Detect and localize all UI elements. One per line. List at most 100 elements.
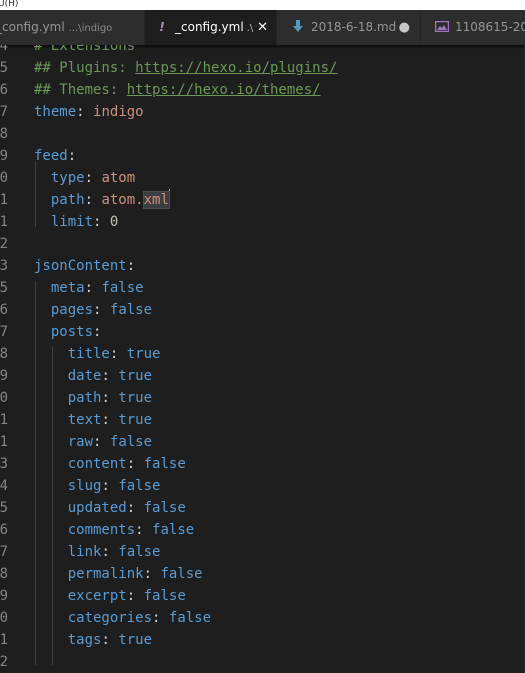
line-text: theme: indigo — [34, 104, 144, 120]
editor-tab-bar: _config.yml ...\indigo ! _config.yml .\ ✕ 2… — [0, 10, 525, 45]
line-text: slug: false — [67, 478, 161, 494]
code-line[interactable]: 7 link: false — [0, 541, 525, 563]
code-editor[interactable]: 4 # Extensions 5 ## Plugins: https://hexo.i… — [0, 45, 525, 673]
tab-markdown-post[interactable]: 2018-6-18.md ● — [277, 10, 421, 45]
line-text: posts: — [50, 324, 102, 340]
code-line[interactable]: 7 posts: — [0, 321, 525, 343]
code-line[interactable]: 2 — [0, 233, 525, 255]
line-number: 8 — [0, 566, 8, 582]
code-line[interactable]: 0 path: true — [0, 387, 525, 409]
line-number: 4 — [0, 45, 8, 54]
line-text: jsonContent: — [34, 258, 136, 274]
image-icon — [434, 10, 450, 45]
code-line[interactable]: 3 jsonContent: — [0, 255, 525, 277]
code-line[interactable]: 6 pages: false — [0, 299, 525, 321]
line-text: date: true — [67, 368, 153, 384]
line-number: 2 — [0, 654, 8, 670]
code-line[interactable]: 5 updated: false — [0, 497, 525, 519]
code-line[interactable]: 9 excerpt: false — [0, 585, 525, 607]
line-number: 2 — [0, 236, 8, 252]
line-text: title: true — [67, 346, 161, 362]
line-number: 7 — [0, 324, 8, 340]
line-text: updated: false — [67, 500, 186, 516]
code-line[interactable]: 0 categories: false — [0, 607, 525, 629]
markdown-download-icon — [291, 10, 305, 45]
line-number: 5 — [0, 60, 8, 76]
line-number: 8 — [0, 126, 8, 142]
line-number: 4 — [0, 478, 8, 494]
code-line[interactable]: 6 comments: false — [0, 519, 525, 541]
line-text: type: atom — [50, 170, 136, 186]
code-line[interactable]: 3 content: false — [0, 453, 525, 475]
code-line[interactable]: 1 raw: false — [0, 431, 525, 453]
line-number: 1 — [0, 632, 8, 648]
tab-label: 1108615-201 — [455, 20, 525, 34]
tab-image-file[interactable]: 1108615-201 — [421, 10, 525, 45]
code-line[interactable]: 6 ## Themes: https://hexo.io/themes/ — [0, 79, 525, 101]
line-text: tags: true — [67, 632, 153, 648]
tab-label: _config.yml — [0, 20, 65, 34]
code-line[interactable]: 1 text: true — [0, 409, 525, 431]
line-number: 3 — [0, 258, 8, 274]
code-line[interactable]: 1 path: atom.xml — [0, 189, 525, 211]
line-text: ## Plugins: https://hexo.io/plugins/ — [34, 60, 338, 76]
tab-config-indigo[interactable]: _config.yml ...\indigo — [0, 10, 145, 45]
line-number: 1 — [0, 412, 8, 428]
line-text: path: true — [67, 390, 153, 406]
menu-bar[interactable]: U(H) — [0, 0, 525, 10]
line-text: categories: false — [67, 610, 212, 626]
line-text: limit: 0 — [50, 214, 119, 230]
tab-description: ...\indigo — [68, 23, 113, 34]
line-text: path: atom.xml — [34, 189, 170, 211]
yaml-warning-icon: ! — [159, 20, 165, 34]
code-line[interactable]: 8 title: true — [0, 343, 525, 365]
line-text: link: false — [67, 544, 161, 560]
close-icon[interactable]: ✕ — [257, 10, 268, 45]
line-number: 9 — [0, 588, 8, 604]
unsaved-dot-icon[interactable]: ● — [399, 10, 410, 45]
code-line[interactable]: 5 meta: false — [0, 277, 525, 299]
code-line[interactable]: 1 tags: true — [0, 629, 525, 651]
line-number: 5 — [0, 500, 8, 516]
menu-help[interactable]: U(H) — [0, 0, 18, 9]
line-text: feed: — [34, 148, 77, 164]
line-number: 9 — [0, 368, 8, 384]
code-line[interactable]: 4 slug: false — [0, 475, 525, 497]
line-number: 6 — [0, 522, 8, 538]
code-line[interactable]: 7 theme: indigo — [0, 101, 525, 123]
line-text: ## Themes: https://hexo.io/themes/ — [34, 82, 321, 98]
line-number: 1 — [0, 192, 8, 208]
line-number: 1 — [0, 214, 8, 230]
line-number: 7 — [0, 104, 8, 120]
code-line[interactable]: 9 feed: — [0, 145, 525, 167]
line-text: comments: false — [67, 522, 195, 538]
code-line[interactable]: 4 # Extensions — [0, 45, 525, 57]
line-text: raw: false — [67, 434, 153, 450]
line-number: 3 — [0, 456, 8, 472]
line-number: 6 — [0, 302, 8, 318]
code-line[interactable]: 0 type: atom — [0, 167, 525, 189]
line-number: 7 — [0, 544, 8, 560]
line-number: 8 — [0, 346, 8, 362]
line-text: excerpt: false — [67, 588, 186, 604]
code-line[interactable]: 9 date: true — [0, 365, 525, 387]
line-number: 0 — [0, 170, 8, 186]
tab-description: .\ — [246, 23, 254, 34]
line-text: content: false — [67, 456, 186, 472]
line-number: 0 — [0, 610, 8, 626]
code-line[interactable]: 2 — [0, 651, 525, 673]
line-text: pages: false — [50, 302, 153, 318]
line-number: 9 — [0, 148, 8, 164]
code-line[interactable]: 8 permalink: false — [0, 563, 525, 585]
line-number: 6 — [0, 82, 8, 98]
tab-label: _config.yml — [175, 20, 244, 34]
tab-label: 2018-6-18.md — [311, 20, 397, 34]
code-line[interactable]: 1 limit: 0 — [0, 211, 525, 233]
line-number: 1 — [0, 434, 8, 450]
line-text: # Extensions — [34, 45, 136, 54]
code-line[interactable]: 5 ## Plugins: https://hexo.io/plugins/ — [0, 57, 525, 79]
line-number: 5 — [0, 280, 8, 296]
line-text: text: true — [67, 412, 153, 428]
code-line[interactable]: 8 — [0, 123, 525, 145]
tab-config-root[interactable]: ! _config.yml .\ ✕ — [145, 10, 277, 45]
